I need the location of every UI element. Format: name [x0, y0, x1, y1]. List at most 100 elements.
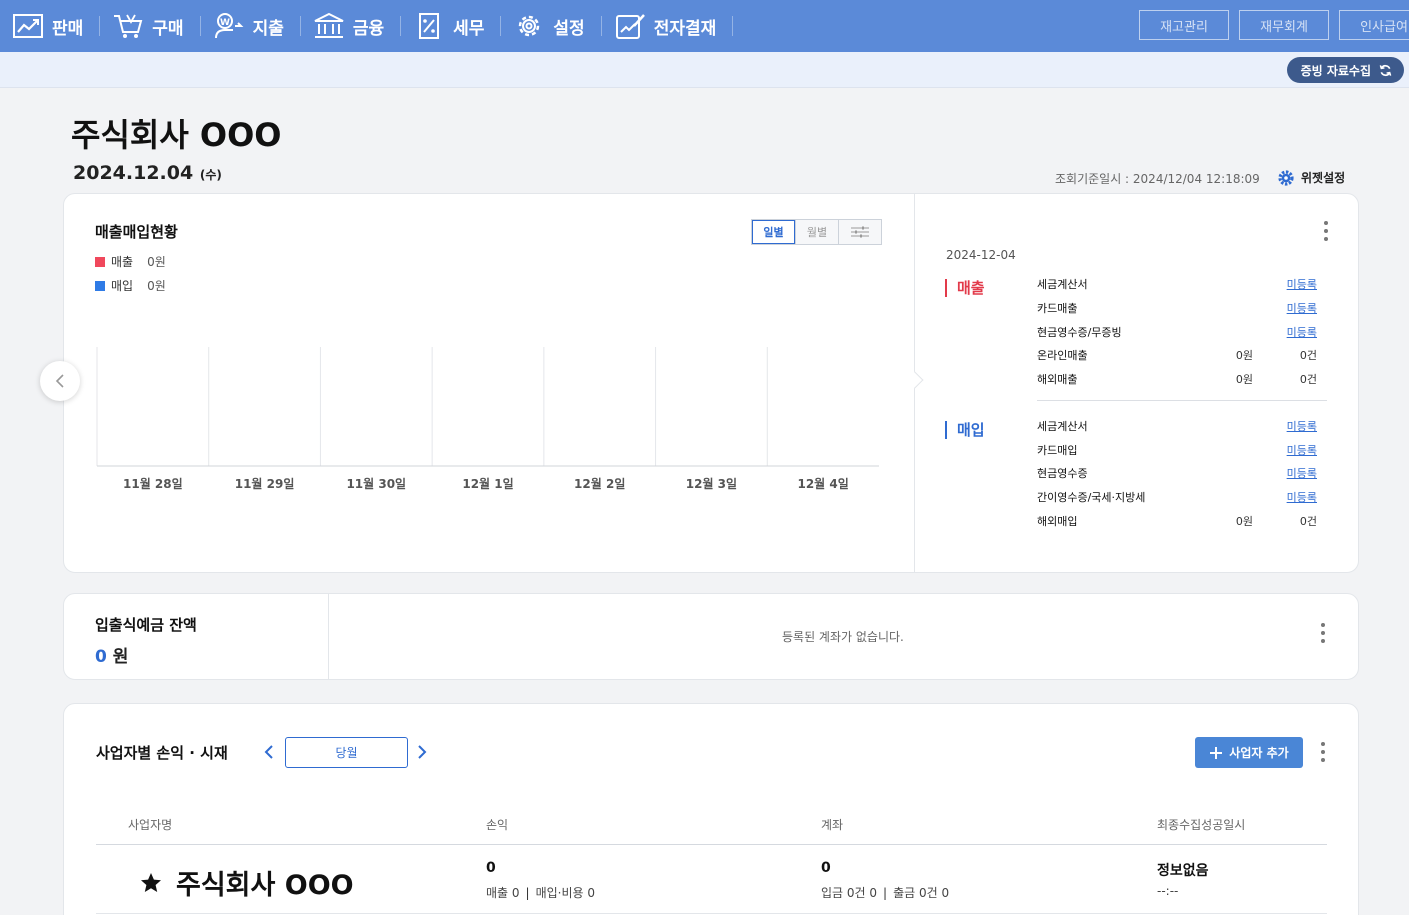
- query-time: 조회기준일시 : 2024/12/04 12:18:09: [1055, 172, 1260, 186]
- empty-account-message: 등록된 계좌가 없습니다.: [782, 630, 904, 644]
- nav-label: 설정: [553, 18, 585, 39]
- column-header-profit: 손익: [486, 818, 509, 832]
- x-tick-label: 11월 29일: [235, 476, 295, 491]
- more-menu-icon[interactable]: [1323, 221, 1329, 241]
- more-menu-icon[interactable]: [1320, 742, 1326, 762]
- add-business-button[interactable]: 사업자 추가: [1195, 737, 1303, 768]
- row-label: 카드매입: [1037, 444, 1078, 457]
- chevron-right-icon: [418, 745, 427, 759]
- profit-detail: 매출 0 | 매입·비용 0: [486, 884, 595, 901]
- row-amount: 0원: [1235, 515, 1253, 528]
- previous-button[interactable]: [40, 361, 80, 401]
- row-count: 0건: [1299, 373, 1317, 386]
- unregistered-link[interactable]: 미등록: [1287, 276, 1317, 292]
- profit-expense: 매입·비용 0: [535, 886, 596, 900]
- gear-icon: [1278, 169, 1294, 186]
- accounting-button[interactable]: 재무회계: [1239, 10, 1329, 40]
- unregistered-link[interactable]: 미등록: [1287, 442, 1317, 458]
- business-row-name[interactable]: 주식회사 OOO: [139, 863, 354, 902]
- tax-document-icon: [419, 13, 440, 39]
- day-of-week: (수): [199, 168, 222, 182]
- period-prev-button[interactable]: [259, 742, 279, 762]
- x-tick-label: 12월 2일: [574, 476, 625, 491]
- account-withdraw: 출금 0건 0: [893, 886, 950, 900]
- section-purchase: 매입: [945, 421, 985, 439]
- add-business-label: 사업자 추가: [1229, 746, 1289, 760]
- unregistered-link[interactable]: 미등록: [1287, 418, 1317, 434]
- x-tick-label: 11월 30일: [346, 476, 406, 491]
- x-tick-label: 12월 1일: [462, 476, 513, 491]
- profit-value: 0: [486, 860, 496, 876]
- detail-row-cash-receipt: 현금영수증/무증빙 미등록: [1037, 324, 1327, 340]
- sales-chart-icon: [13, 14, 43, 38]
- nav-tax[interactable]: 세무: [401, 0, 502, 52]
- widget-setting-label: 위젯설정: [1301, 171, 1346, 185]
- deposit-amount-unit: 원: [112, 647, 129, 667]
- detail-row-sales-tax-invoice: 세금계산서 미등록: [1037, 276, 1327, 292]
- period-next-button[interactable]: [412, 742, 432, 762]
- nav-expense[interactable]: W 지출: [201, 0, 302, 52]
- card-divider: [328, 594, 329, 679]
- unregistered-link[interactable]: 미등록: [1287, 300, 1317, 316]
- row-count: 0건: [1299, 515, 1317, 528]
- row-count: 0건: [1299, 349, 1317, 362]
- chevron-left-icon: [264, 745, 273, 759]
- column-header-business: 사업자명: [128, 818, 173, 832]
- plus-icon: [1210, 746, 1223, 759]
- nav-label: 지출: [252, 18, 284, 39]
- chevron-left-icon: [55, 374, 64, 388]
- row-label: 현금영수증/무증빙: [1037, 326, 1122, 339]
- column-header-account: 계좌: [821, 818, 844, 832]
- nav-finance[interactable]: 금융: [301, 0, 402, 52]
- last-collected-time: --:--: [1157, 884, 1179, 898]
- nav-right-buttons: 재고관리 재무회계 인사급여: [1139, 10, 1409, 40]
- period-selector[interactable]: 당월: [285, 737, 408, 768]
- deposit-amount-value: 0: [95, 647, 107, 667]
- approval-icon: [615, 14, 645, 39]
- table-row-line: [96, 913, 1327, 914]
- last-collected-status: 정보없음: [1157, 863, 1209, 879]
- bank-icon: [314, 12, 344, 38]
- row-label: 간이영수증/국세·지방세: [1037, 491, 1146, 504]
- nav-label: 금융: [352, 18, 385, 39]
- row-label: 해외매입: [1037, 515, 1078, 528]
- separator-icon: |: [525, 886, 530, 900]
- nav-label: 전자결재: [653, 18, 717, 39]
- row-label: 카드매출: [1037, 302, 1078, 315]
- top-nav: 판매 구매 W 지출 금융 세무 설정 전자결재 재고관리 재무회계 인사급여: [0, 0, 1409, 52]
- profit-sales: 매출 0: [486, 886, 520, 900]
- detail-row-overseas-sales: 해외매출 0원 0건: [1037, 371, 1327, 387]
- x-tick-label: 12월 3일: [686, 476, 737, 491]
- inventory-button[interactable]: 재고관리: [1139, 10, 1229, 40]
- expense-icon: W: [214, 13, 243, 39]
- nav-settings[interactable]: 설정: [501, 0, 602, 52]
- account-value: 0: [821, 860, 831, 876]
- widget-setting-button[interactable]: 위젯설정: [1278, 169, 1345, 186]
- row-amount: 0원: [1235, 349, 1253, 362]
- business-name: 주식회사 OOO: [176, 870, 354, 901]
- payroll-button[interactable]: 인사급여: [1339, 10, 1409, 40]
- account-detail: 입금 0건 0 | 출금 0건 0: [821, 884, 949, 901]
- detail-row-card-sales: 카드매출 미등록: [1037, 300, 1327, 316]
- cart-icon: [114, 14, 143, 38]
- nav-sales[interactable]: 판매: [0, 0, 101, 52]
- detail-row-simple-receipt: 간이영수증/국세·지방세 미등록: [1037, 489, 1327, 505]
- detail-date: 2024-12-04: [946, 248, 1016, 262]
- nav-approval[interactable]: 전자결재: [602, 0, 734, 52]
- nav-label: 구매: [152, 18, 184, 39]
- refresh-icon: [1379, 64, 1392, 76]
- star-icon: [141, 872, 161, 892]
- date-value: 2024.12.04: [73, 162, 194, 184]
- evidence-collect-button[interactable]: 증빙 자료수집: [1286, 57, 1404, 83]
- unregistered-link[interactable]: 미등록: [1287, 465, 1317, 481]
- unregistered-link[interactable]: 미등록: [1287, 489, 1317, 505]
- more-menu-icon[interactable]: [1320, 623, 1326, 643]
- row-label: 현금영수증: [1037, 467, 1088, 480]
- row-label: 온라인매출: [1037, 349, 1088, 362]
- nav-label: 판매: [52, 18, 84, 39]
- nav-purchase[interactable]: 구매: [100, 0, 201, 52]
- unregistered-link[interactable]: 미등록: [1287, 324, 1317, 340]
- sales-purchase-chart: 11월 28일 11월 29일 11월 30일 12월 1일 12월 2일 12월 3일 1…: [96, 347, 879, 491]
- company-title: 주식회사 OOO: [71, 116, 282, 154]
- evidence-collect-label: 증빙 자료수집: [1300, 63, 1371, 78]
